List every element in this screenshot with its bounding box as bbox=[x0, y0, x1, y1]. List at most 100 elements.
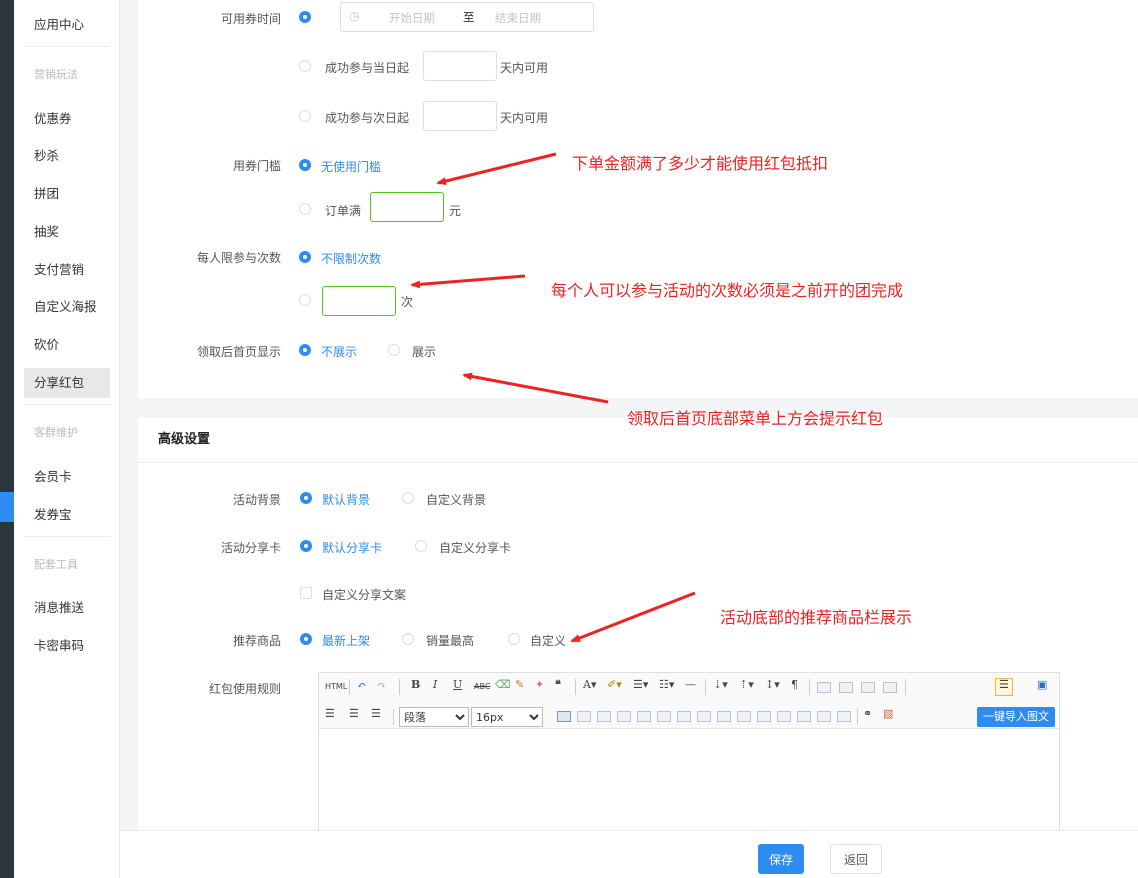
insert-col-icon[interactable] bbox=[657, 711, 671, 722]
merge-cells-icon[interactable] bbox=[697, 711, 711, 722]
threshold-order-radio[interactable] bbox=[299, 203, 311, 215]
threshold-amount-input[interactable] bbox=[370, 192, 444, 222]
delete-row-icon[interactable] bbox=[637, 711, 651, 722]
sidebar-item-bargain[interactable]: 砍价 bbox=[24, 330, 110, 360]
custom-share-text-label[interactable]: 自定义分享文案 bbox=[322, 586, 406, 603]
font-color-icon[interactable]: A▾ bbox=[583, 678, 596, 691]
split-cells-icon[interactable] bbox=[757, 711, 771, 722]
limit-unlimited-radio[interactable] bbox=[299, 251, 311, 263]
align-bottom-icon[interactable]: ⇣▾ bbox=[713, 678, 728, 691]
limit-times-radio[interactable] bbox=[299, 294, 311, 306]
recommend-custom-radio[interactable] bbox=[508, 633, 520, 645]
paragraph-format-icon[interactable]: ¶ bbox=[791, 678, 798, 691]
share-card-custom-option[interactable]: 自定义分享卡 bbox=[439, 539, 511, 556]
insert-row-before-icon[interactable] bbox=[597, 711, 611, 722]
sidebar-item-app-center[interactable]: 应用中心 bbox=[24, 10, 110, 40]
sidebar-item-coupon-issuer[interactable]: 发券宝 bbox=[24, 500, 110, 530]
align-top-icon[interactable]: ⇡▾ bbox=[739, 678, 754, 691]
sidebar-item-lottery[interactable]: 抽奖 bbox=[24, 217, 110, 247]
eraser-icon[interactable]: ⌫ bbox=[495, 678, 511, 691]
paragraph-select[interactable]: 段落 bbox=[399, 707, 469, 727]
background-default-option[interactable]: 默认背景 bbox=[322, 491, 370, 508]
line-height-icon[interactable]: ↕▾ bbox=[765, 678, 780, 691]
justify-center-icon[interactable]: ☰ bbox=[325, 707, 335, 720]
recommend-latest-radio[interactable] bbox=[300, 633, 312, 645]
homepage-show-option[interactable]: 展示 bbox=[412, 343, 436, 360]
sidebar-item-group-buy[interactable]: 拼团 bbox=[24, 179, 110, 209]
recommend-top-sales-option[interactable]: 销量最高 bbox=[426, 632, 474, 649]
justify-right-icon[interactable]: ☰ bbox=[349, 707, 359, 720]
insert-table-icon[interactable] bbox=[557, 711, 571, 722]
valid-next-day-input[interactable] bbox=[423, 101, 497, 131]
background-custom-radio[interactable] bbox=[402, 492, 414, 504]
valid-same-day-radio[interactable] bbox=[299, 60, 311, 72]
sidebar-item-coupon[interactable]: 优惠券 bbox=[24, 104, 110, 134]
ordered-list-icon[interactable]: ☰▾ bbox=[633, 678, 648, 691]
sidebar-item-payment-marketing[interactable]: 支付营销 bbox=[24, 255, 110, 285]
fullscreen-icon[interactable]: ▣ bbox=[1037, 678, 1047, 691]
split-cols-icon[interactable] bbox=[797, 711, 811, 722]
date-range-picker[interactable]: ◷ 开始日期 至 结束日期 bbox=[340, 2, 594, 32]
recommend-latest-option[interactable]: 最新上架 bbox=[322, 632, 370, 649]
auto-format-icon[interactable]: ✦ bbox=[535, 678, 544, 691]
horizontal-rule-icon[interactable]: — bbox=[685, 678, 696, 691]
split-rows-icon[interactable] bbox=[777, 711, 791, 722]
redo-icon[interactable]: ↷ bbox=[377, 679, 386, 692]
sidebar-item-share-red-packet[interactable]: 分享红包 bbox=[24, 368, 110, 398]
import-article-button[interactable]: 一键导入图文 bbox=[977, 707, 1055, 727]
valid-same-day-input[interactable] bbox=[423, 51, 497, 81]
bold-icon[interactable]: B bbox=[411, 678, 420, 691]
save-button[interactable]: 保存 bbox=[758, 844, 804, 874]
homepage-show-radio[interactable] bbox=[388, 344, 400, 356]
merge-right-icon[interactable] bbox=[717, 711, 731, 722]
share-card-default-radio[interactable] bbox=[300, 540, 312, 552]
share-card-custom-radio[interactable] bbox=[415, 540, 427, 552]
sidebar-item-message-push[interactable]: 消息推送 bbox=[24, 593, 110, 623]
background-default-radio[interactable] bbox=[300, 492, 312, 504]
justify-left-icon[interactable]: ☰ bbox=[999, 678, 1009, 691]
threshold-none-radio[interactable] bbox=[299, 159, 311, 171]
threshold-none-option[interactable]: 无使用门槛 bbox=[321, 158, 381, 175]
link-icon[interactable]: ⚭ bbox=[863, 707, 872, 720]
font-size-select[interactable]: 16px bbox=[471, 707, 543, 727]
sidebar-item-flash-sale[interactable]: 秒杀 bbox=[24, 141, 110, 171]
delete-table-icon[interactable] bbox=[577, 711, 591, 722]
delete-col-icon[interactable] bbox=[677, 711, 691, 722]
recommend-top-sales-radio[interactable] bbox=[402, 633, 414, 645]
rules-rich-text-editor[interactable]: HTML ↶ ↷ B I U ABC ⌫ ✎ ✦ ❝ A▾ ✐▾ ☰▾ ☷▾ — bbox=[318, 672, 1060, 834]
insert-image-icon[interactable]: ▧ bbox=[883, 707, 893, 720]
custom-share-text-checkbox[interactable] bbox=[300, 587, 312, 599]
image-right-icon[interactable] bbox=[883, 682, 897, 693]
homepage-hide-radio[interactable] bbox=[299, 344, 311, 356]
outdent-icon[interactable] bbox=[839, 682, 853, 693]
insert-row-after-icon[interactable] bbox=[617, 711, 631, 722]
justify-full-icon[interactable]: ☰ bbox=[371, 707, 381, 720]
homepage-hide-option[interactable]: 不展示 bbox=[321, 343, 357, 360]
sidebar-item-custom-poster[interactable]: 自定义海报 bbox=[24, 292, 110, 322]
limit-times-input[interactable] bbox=[322, 286, 396, 316]
share-card-default-option[interactable]: 默认分享卡 bbox=[322, 539, 382, 556]
italic-icon[interactable]: I bbox=[433, 678, 437, 691]
merge-down-icon[interactable] bbox=[737, 711, 751, 722]
cell-props-icon[interactable] bbox=[837, 711, 851, 722]
back-button[interactable]: 返回 bbox=[830, 844, 882, 874]
sidebar-item-member-card[interactable]: 会员卡 bbox=[24, 462, 110, 492]
underline-icon[interactable]: U bbox=[453, 678, 462, 691]
table-props-icon[interactable] bbox=[817, 711, 831, 722]
blockquote-icon[interactable]: ❝ bbox=[555, 678, 561, 691]
limit-unlimited-option[interactable]: 不限制次数 bbox=[321, 250, 381, 267]
html-source-icon[interactable]: HTML bbox=[325, 682, 347, 691]
unordered-list-icon[interactable]: ☷▾ bbox=[659, 678, 674, 691]
valid-next-day-radio[interactable] bbox=[299, 110, 311, 122]
indent-icon[interactable] bbox=[817, 682, 831, 693]
footer-bar: 保存 返回 bbox=[120, 830, 1138, 878]
valid-time-range-radio[interactable] bbox=[299, 11, 311, 23]
strikethrough-icon[interactable]: ABC bbox=[474, 682, 490, 691]
recommend-custom-option[interactable]: 自定义 bbox=[530, 632, 566, 649]
format-painter-icon[interactable]: ✎ bbox=[515, 678, 524, 691]
undo-icon[interactable]: ↶ bbox=[357, 679, 366, 692]
sidebar-item-card-codes[interactable]: 卡密串码 bbox=[24, 631, 110, 661]
background-color-icon[interactable]: ✐▾ bbox=[607, 678, 622, 691]
background-custom-option[interactable]: 自定义背景 bbox=[426, 491, 486, 508]
image-left-icon[interactable] bbox=[861, 682, 875, 693]
